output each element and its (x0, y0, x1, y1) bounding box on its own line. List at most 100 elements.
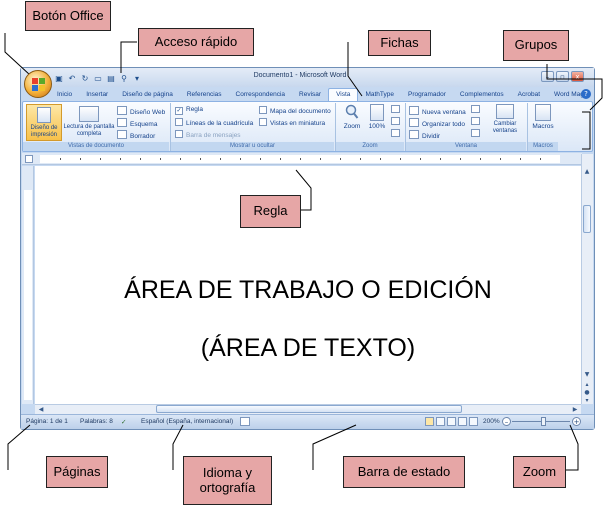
tab-complementos[interactable]: Complementos (453, 89, 511, 101)
draft-label: Borrador (130, 133, 156, 140)
macros-button[interactable]: Macros (530, 104, 556, 130)
language-status[interactable]: Español (España, internacional) (141, 418, 233, 425)
zoom-level[interactable]: 200% (483, 418, 500, 425)
tab-insertar[interactable]: Insertar (79, 89, 115, 101)
arrange-all-icon (409, 118, 419, 127)
minimize-button[interactable]: – (541, 71, 554, 82)
group-label-zoom: Zoom (336, 142, 404, 151)
outline-label: Esquema (130, 121, 158, 128)
find-icon[interactable]: ⚲ (119, 74, 129, 84)
split-button[interactable]: Dividir (409, 130, 440, 140)
zoom-in-icon[interactable]: + (572, 417, 581, 426)
group-label-show-hide: Mostrar u ocultar (171, 142, 334, 151)
tab-mathtype[interactable]: MathType (358, 89, 401, 101)
zoom-out-icon[interactable]: – (502, 417, 511, 426)
redo-icon[interactable]: ↻ (80, 74, 90, 84)
checkbox-icon (259, 106, 267, 114)
web-layout-button[interactable]: Diseño Web (117, 106, 165, 116)
sync-scroll-icon[interactable] (471, 117, 480, 125)
next-page-icon[interactable]: ▾ (582, 396, 592, 405)
tab-diseno-pagina[interactable]: Diseño de página (115, 89, 180, 101)
gridlines-checkbox[interactable]: Líneas de la cuadrícula (175, 118, 253, 127)
tab-revisar[interactable]: Revisar (292, 89, 328, 101)
full-screen-view-icon[interactable] (436, 417, 445, 426)
switch-windows-button[interactable]: Cambiar ventanas (484, 104, 526, 134)
outline-icon (117, 118, 127, 127)
callout-ruler: Regla (240, 195, 301, 228)
arrange-all-button[interactable]: Organizar todo (409, 118, 465, 128)
print-layout-button[interactable]: Diseño de impresión (26, 104, 62, 141)
web-view-icon[interactable] (447, 417, 456, 426)
callout-office-button: Botón Office (25, 1, 111, 31)
proofing-icon[interactable]: ✓ (121, 418, 126, 426)
scroll-right-arrow-icon[interactable]: ▶ (570, 405, 580, 414)
windows-icon (496, 104, 514, 119)
horizontal-scroll-thumb[interactable] (156, 405, 462, 413)
zoom-button[interactable]: Zoom (340, 104, 364, 130)
tab-acrobat[interactable]: Acrobat (511, 89, 547, 101)
zoom-slider-knob[interactable] (541, 417, 546, 426)
message-bar-label: Barra de mensajes (186, 132, 241, 139)
message-bar-checkbox[interactable]: Barra de mensajes (175, 130, 241, 139)
draft-button[interactable]: Borrador (117, 130, 155, 140)
maximize-button[interactable]: ▫ (556, 71, 569, 82)
undo-icon[interactable]: ↶ (67, 74, 77, 84)
print-layout-label: Diseño de impresión (30, 125, 58, 138)
one-page-icon[interactable] (391, 105, 400, 113)
tab-correspondencia[interactable]: Correspondencia (229, 89, 293, 101)
save-icon[interactable]: ▣ (54, 74, 64, 84)
vertical-scroll-thumb[interactable] (583, 205, 591, 233)
close-button[interactable]: x (571, 71, 584, 82)
thumbnails-checkbox[interactable]: Vistas en miniatura (259, 118, 325, 127)
checkbox-icon (175, 118, 183, 126)
split-icon (409, 130, 419, 139)
outline-button[interactable]: Esquema (117, 118, 157, 128)
word-count[interactable]: Palabras: 8 (80, 418, 113, 425)
checkmark-icon: ✓ (175, 107, 183, 115)
vertical-scrollbar[interactable] (581, 154, 593, 404)
thumbnails-label: Vistas en miniatura (270, 120, 326, 127)
tab-inicio[interactable]: Inicio (50, 89, 79, 101)
tab-vista[interactable]: Vista (328, 88, 359, 101)
arrange-all-label: Organizar todo (422, 121, 465, 128)
scroll-up-arrow-icon[interactable]: ▲ (582, 167, 592, 176)
zoom-100-button[interactable]: 100% (366, 104, 388, 130)
page-icon (37, 107, 51, 123)
callout-tabs: Fichas (368, 30, 431, 56)
help-icon[interactable]: ? (581, 89, 591, 99)
ruler-checkbox[interactable]: ✓ Regla (175, 106, 203, 115)
new-window-button[interactable]: Nueva ventana (409, 106, 466, 116)
doc-map-checkbox[interactable]: Mapa del documento (259, 106, 331, 115)
callout-groups: Grupos (503, 30, 569, 61)
print-preview-icon[interactable]: ▤ (106, 74, 116, 84)
two-pages-icon[interactable] (391, 117, 400, 125)
side-by-side-icon[interactable] (471, 105, 480, 113)
zoom-label: Zoom (343, 123, 361, 130)
full-screen-reading-button[interactable]: Lectura de pantalla completa (62, 104, 116, 141)
scroll-down-arrow-icon[interactable]: ▼ (582, 370, 592, 379)
book-icon (79, 106, 99, 122)
ruler-ticks-icon (60, 158, 541, 160)
callout-status-bar: Barra de estado (343, 456, 465, 488)
office-logo-icon (32, 78, 45, 91)
customize-qat-icon[interactable]: ▾ (132, 74, 142, 84)
reset-position-icon[interactable] (471, 129, 480, 137)
callout-language: Idioma y ortografía (183, 456, 272, 505)
print-layout-view-icon[interactable] (425, 417, 434, 426)
page-width-icon[interactable] (391, 129, 400, 137)
outline-view-icon[interactable] (458, 417, 467, 426)
group-label-views: Vistas de documento (23, 142, 169, 151)
scroll-left-arrow-icon[interactable]: ◀ (36, 405, 46, 414)
tab-selector-icon[interactable] (25, 155, 33, 163)
open-icon[interactable]: ▭ (93, 74, 103, 84)
macro-record-icon[interactable] (240, 417, 250, 426)
tab-programador[interactable]: Programador (401, 89, 453, 101)
callout-pages: Páginas (46, 456, 108, 488)
office-button[interactable] (24, 70, 52, 98)
new-window-icon (409, 106, 419, 115)
draft-view-icon[interactable] (469, 417, 478, 426)
page-count[interactable]: Página: 1 de 1 (26, 418, 68, 425)
vertical-ruler-text-area (24, 190, 32, 400)
ruler-label: Regla (186, 106, 203, 113)
tab-referencias[interactable]: Referencias (180, 89, 229, 101)
